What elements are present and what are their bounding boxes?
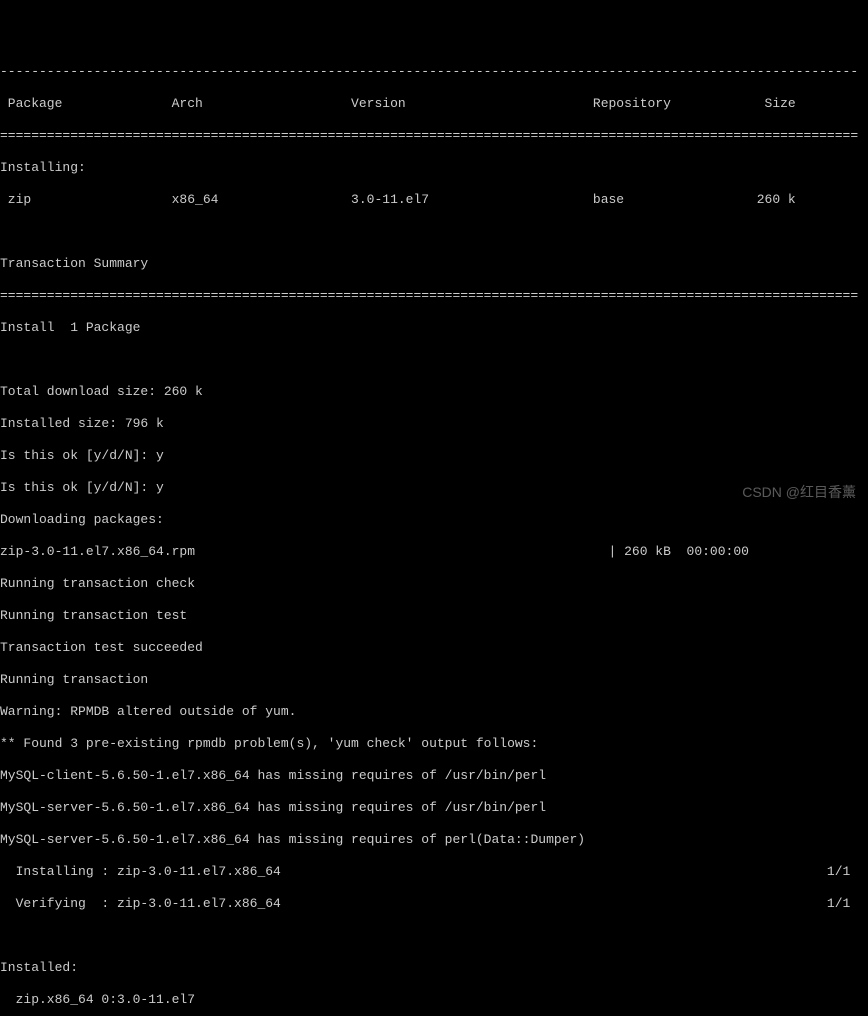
confirm-prompt-1: Is this ok [y/d/N]: y <box>0 448 868 464</box>
blank <box>0 224 868 240</box>
missing-require-1: MySQL-client-5.6.50-1.el7.x86_64 has mis… <box>0 768 868 784</box>
downloading-packages: Downloading packages: <box>0 512 868 528</box>
running-transaction: Running transaction <box>0 672 868 688</box>
verifying-step: Verifying : zip-3.0-11.el7.x86_64 1/1 <box>0 896 868 912</box>
separator-eq: ========================================… <box>0 288 868 304</box>
confirm-prompt-2: Is this ok [y/d/N]: y <box>0 480 868 496</box>
table-header: Package Arch Version Repository Size <box>0 96 868 112</box>
installing-header: Installing: <box>0 160 868 176</box>
installed-header: Installed: <box>0 960 868 976</box>
yum-check-found: ** Found 3 pre-existing rpmdb problem(s)… <box>0 736 868 752</box>
rpm-download-line: zip-3.0-11.el7.x86_64.rpm | 260 kB 00:00… <box>0 544 868 560</box>
transaction-summary-header: Transaction Summary <box>0 256 868 272</box>
package-row: zip x86_64 3.0-11.el7 base 260 k <box>0 192 868 208</box>
rpmdb-warning: Warning: RPMDB altered outside of yum. <box>0 704 868 720</box>
install-count: Install 1 Package <box>0 320 868 336</box>
missing-require-3: MySQL-server-5.6.50-1.el7.x86_64 has mis… <box>0 832 868 848</box>
test-succeeded: Transaction test succeeded <box>0 640 868 656</box>
missing-require-2: MySQL-server-5.6.50-1.el7.x86_64 has mis… <box>0 800 868 816</box>
installed-package: zip.x86_64 0:3.0-11.el7 <box>0 992 868 1008</box>
installed-size: Installed size: 796 k <box>0 416 868 432</box>
separator-dash: ----------------------------------------… <box>0 64 868 80</box>
download-size: Total download size: 260 k <box>0 384 868 400</box>
blank <box>0 928 868 944</box>
running-test: Running transaction test <box>0 608 868 624</box>
blank <box>0 352 868 368</box>
separator-eq: ========================================… <box>0 128 868 144</box>
running-check: Running transaction check <box>0 576 868 592</box>
installing-step: Installing : zip-3.0-11.el7.x86_64 1/1 <box>0 864 868 880</box>
